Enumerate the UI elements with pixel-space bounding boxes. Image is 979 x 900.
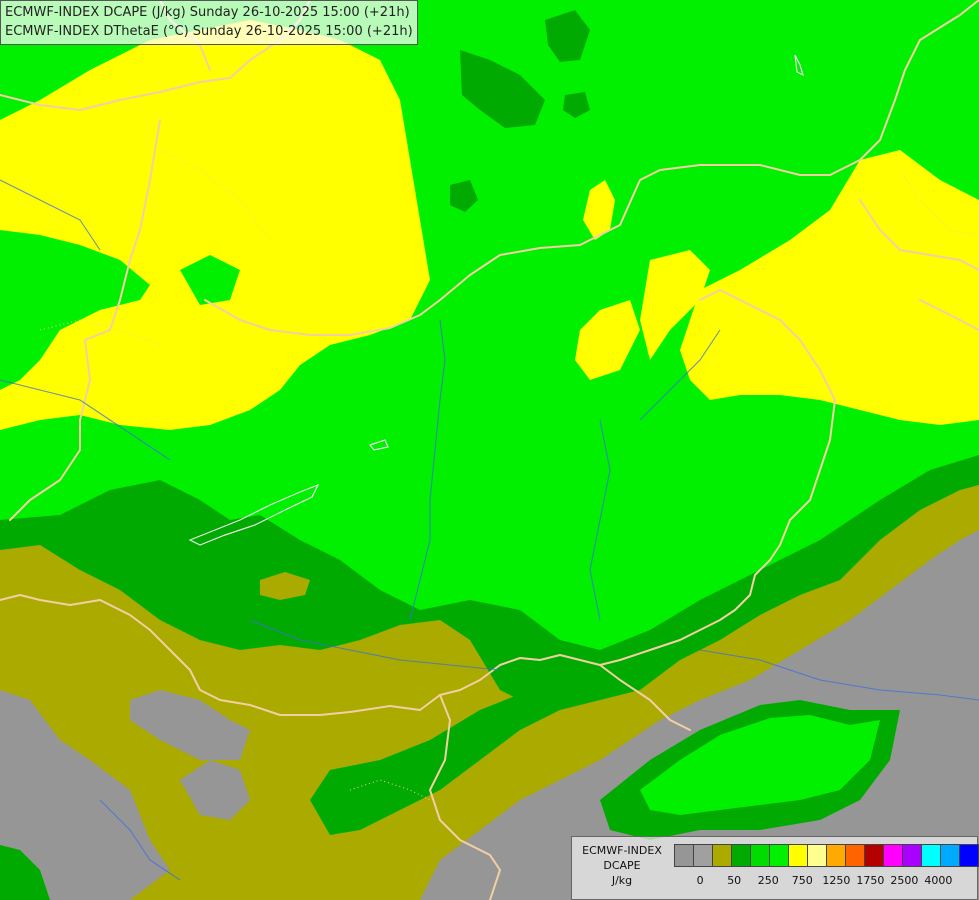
legend-ticks: 0 50 250 750 1250 1750 2500 4000 (674, 874, 974, 888)
legend-tick-label: 50 (727, 874, 742, 887)
legend-tick-label: 1750 (856, 874, 885, 887)
legend-title-line2: DCAPE (603, 859, 641, 872)
legend-swatch (921, 844, 941, 867)
legend-tick-label: 750 (791, 874, 813, 887)
legend-tick-label: 2500 (890, 874, 919, 887)
legend-title-line3: J/kg (611, 874, 633, 887)
map-title-line-dcape: ECMWF-INDEX DCAPE (J/kg) Sunday 26-10-20… (5, 5, 410, 20)
legend-tick-label: 250 (757, 874, 779, 887)
legend-swatch (883, 844, 903, 867)
legend-swatch (864, 844, 884, 867)
legend-swatches (674, 844, 979, 867)
legend-tick-label: 4000 (924, 874, 953, 887)
legend-swatch (674, 844, 694, 867)
legend-swatch (769, 844, 789, 867)
legend-swatch (845, 844, 865, 867)
legend-swatch (693, 844, 713, 867)
legend-swatch (788, 844, 808, 867)
legend-title: ECMWF-INDEX DCAPE J/kg (574, 843, 670, 888)
map-title-line-dthetae: ECMWF-INDEX DThetaE (°C) Sunday 26-10-20… (5, 24, 413, 39)
legend-title-line1: ECMWF-INDEX (582, 844, 662, 857)
color-legend: ECMWF-INDEX DCAPE J/kg 0 50 250 750 1250 1750… (571, 836, 979, 900)
legend-swatch (731, 844, 751, 867)
legend-swatch (712, 844, 732, 867)
legend-swatch (940, 844, 960, 867)
legend-swatch (807, 844, 827, 867)
dcape-map (0, 0, 979, 900)
legend-tick-label: 0 (696, 874, 704, 887)
legend-tick-label: 1250 (822, 874, 851, 887)
legend-swatch (750, 844, 770, 867)
map-title-box: ECMWF-INDEX DCAPE (J/kg) Sunday 26-10-20… (0, 0, 418, 45)
legend-swatch (826, 844, 846, 867)
legend-swatch (902, 844, 922, 867)
legend-swatch (959, 844, 979, 867)
